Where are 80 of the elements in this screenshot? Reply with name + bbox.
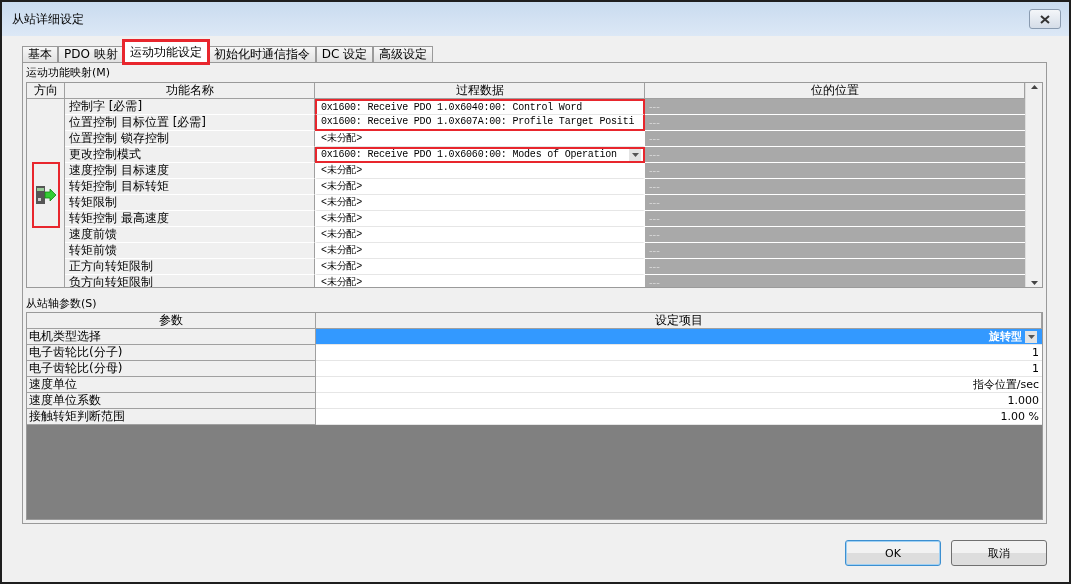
tab[interactable]: 运动功能设定 [123, 41, 208, 63]
dialog-button[interactable]: OK [845, 540, 941, 566]
column-header: 设定项目 [316, 313, 1042, 329]
function-name-cell: 控制字 [必需] [65, 99, 315, 115]
process-data-value: <未分配> [321, 195, 362, 210]
bit-position-cell: --- [645, 195, 1025, 211]
parameter-value-cell[interactable]: 1.00 % [316, 409, 1042, 425]
parameter-name-cell: 速度单位 [27, 377, 316, 393]
column-header: 位的位置 [645, 83, 1025, 99]
process-data-cell[interactable]: 0x1600: Receive PDO 1.0x6040:00: Control Word [315, 99, 645, 115]
parameter-name-cell: 电子齿轮比(分子) [27, 345, 316, 361]
process-data-cell[interactable]: 0x1600: Receive PDO 1.0x6060:00: Modes of Operation [315, 147, 645, 163]
tab[interactable]: DC 设定 [315, 46, 374, 62]
column-header: 参数 [27, 313, 316, 329]
close-icon[interactable] [1040, 14, 1050, 24]
parameter-value-cell[interactable]: 1 [316, 345, 1042, 361]
bit-position-cell: --- [645, 147, 1025, 163]
section-label: 从站轴参数(S) [26, 296, 98, 312]
process-data-cell[interactable]: <未分配> [315, 195, 645, 211]
dialog-button[interactable]: 取消 [951, 540, 1047, 566]
bit-position-cell: --- [645, 131, 1025, 147]
bit-position-cell: --- [645, 179, 1025, 195]
process-data-cell[interactable]: <未分配> [315, 227, 645, 243]
process-data-cell[interactable]: <未分配> [315, 163, 645, 179]
bit-position-cell: --- [645, 243, 1025, 259]
bit-position-cell: --- [645, 115, 1025, 131]
function-name-cell: 转矩控制 最高速度 [65, 211, 315, 227]
process-data-value: 0x1600: Receive PDO 1.0x607A:00: Profile Target Positi [321, 115, 635, 129]
dropdown-arrow-icon[interactable] [1027, 334, 1035, 339]
process-data-value: <未分配> [321, 163, 362, 178]
tab[interactable]: 高级设定 [373, 46, 434, 62]
process-data-cell[interactable]: 0x1600: Receive PDO 1.0x607A:00: Profile Target Positi [315, 115, 645, 131]
bit-position-cell: --- [645, 163, 1025, 179]
parameter-name-cell: 接触转矩判断范围 [27, 409, 316, 425]
column-header: 功能名称 [65, 83, 315, 99]
parameter-name-cell: 速度单位系数 [27, 393, 316, 409]
function-name-cell: 更改控制模式 [65, 147, 315, 163]
close-button[interactable] [1029, 9, 1061, 29]
column-header: 方向 [27, 83, 65, 99]
function-name-cell: 位置控制 锁存控制 [65, 131, 315, 147]
process-data-value: <未分配> [321, 131, 362, 146]
process-data-cell[interactable]: <未分配> [315, 179, 645, 195]
function-name-cell: 正方向转矩限制 [65, 259, 315, 275]
tab[interactable]: 基本 [22, 46, 58, 62]
process-data-value: 0x1600: Receive PDO 1.0x6060:00: Modes of Operation [321, 149, 617, 161]
tab[interactable]: 初始化时通信指令 [207, 46, 316, 62]
process-data-value: <未分配> [321, 227, 362, 242]
parameter-name-cell: 电子齿轮比(分母) [27, 361, 316, 377]
process-data-value: <未分配> [321, 259, 362, 274]
process-data-value: <未分配> [321, 243, 362, 258]
process-data-cell[interactable]: <未分配> [315, 259, 645, 275]
bit-position-cell: --- [645, 259, 1025, 275]
function-name-cell: 位置控制 目标位置 [必需] [65, 115, 315, 131]
process-data-value: <未分配> [321, 211, 362, 226]
bit-position-cell: --- [645, 227, 1025, 243]
process-data-value: 0x1600: Receive PDO 1.0x6040:00: Control Word [321, 101, 583, 114]
process-data-cell[interactable]: <未分配> [315, 211, 645, 227]
process-data-cell[interactable]: <未分配> [315, 243, 645, 259]
parameter-value-cell[interactable]: 1.000 [316, 393, 1042, 409]
tab[interactable]: PDO 映射 [58, 46, 124, 62]
bit-position-cell: --- [645, 211, 1025, 227]
column-header: 过程数据 [315, 83, 645, 99]
function-name-cell: 速度前馈 [65, 227, 315, 243]
window-title: 从站详细设定 [12, 10, 84, 28]
parameter-value-cell[interactable]: 指令位置/sec [316, 377, 1042, 393]
bit-position-cell: --- [645, 99, 1025, 115]
function-name-cell: 转矩前馈 [65, 243, 315, 259]
parameter-value-cell[interactable]: 1 [316, 361, 1042, 377]
function-name-cell: 转矩限制 [65, 195, 315, 211]
function-name-cell: 速度控制 目标速度 [65, 163, 315, 179]
section-label: 运动功能映射(M) [26, 65, 112, 81]
process-data-value: <未分配> [321, 179, 362, 194]
parameter-name-cell: 电机类型选择 [27, 329, 316, 345]
function-name-cell: 转矩控制 目标转矩 [65, 179, 315, 195]
process-data-cell[interactable]: <未分配> [315, 131, 645, 147]
dropdown-arrow-icon[interactable] [631, 153, 639, 157]
process-data-cell[interactable]: <未分配> [315, 275, 645, 287]
bit-position-cell: --- [645, 275, 1025, 287]
output-device-icon [35, 186, 56, 204]
process-data-value: <未分配> [321, 275, 362, 287]
